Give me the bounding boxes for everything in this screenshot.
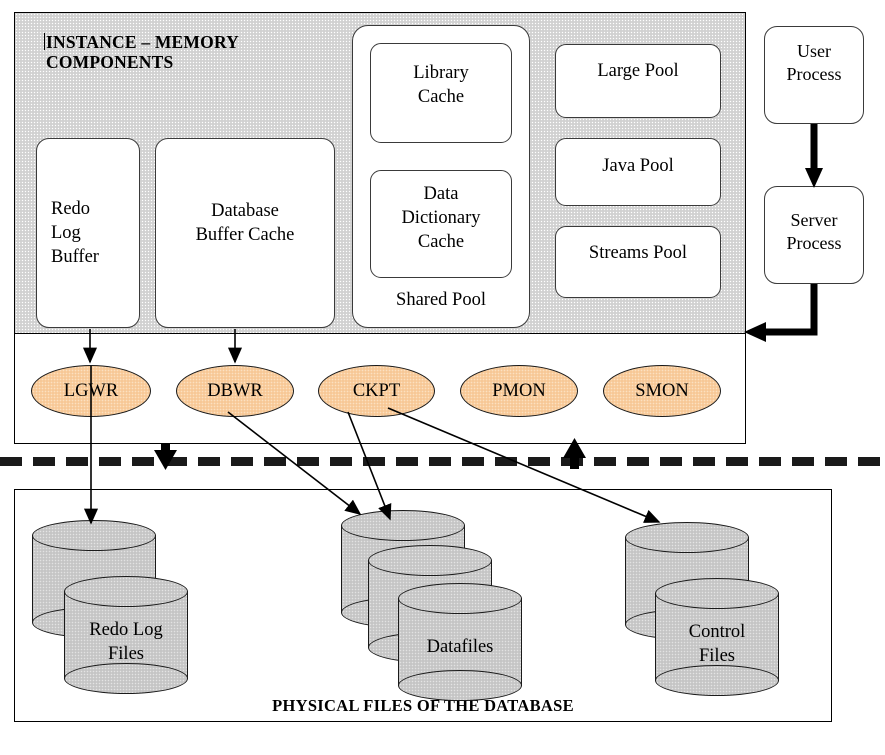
streams-pool-label: Streams Pool (588, 243, 688, 263)
streams-pool-box: Streams Pool (555, 226, 721, 298)
java-pool-box: Java Pool (555, 138, 721, 206)
data-dictionary-cache-label: Data Dictionary Cache (401, 184, 481, 252)
cylinder-top (625, 522, 749, 553)
datafiles-cylinder-front: Datafiles (398, 583, 522, 701)
cylinder-bottom (655, 665, 779, 696)
redo-log-buffer-box: Redo Log Buffer (36, 138, 140, 328)
large-pool-label: Large Pool (597, 61, 679, 81)
database-buffer-cache-box: Database Buffer Cache (155, 138, 335, 328)
line-server-process-to-instance (760, 284, 818, 336)
user-process-box: User Process (764, 26, 864, 124)
cylinder-top (398, 583, 522, 614)
ckpt-process-oval: CKPT (318, 365, 435, 417)
shared-pool-label: Shared Pool (396, 290, 486, 310)
redo-log-files-label: Redo Log Files (89, 620, 163, 664)
library-cache-label: Library Cache (413, 63, 469, 107)
server-process-label: Server Process (786, 210, 842, 253)
control-files-cylinder-front: Control Files (655, 578, 779, 696)
cylinder-top (655, 578, 779, 609)
control-files-label: Control Files (688, 622, 746, 666)
cylinder-top (32, 520, 156, 551)
oracle-architecture-diagram: INSTANCE – MEMORY COMPONENTS Library Cac… (0, 0, 885, 755)
java-pool-label: Java Pool (602, 156, 674, 176)
lgwr-process-oval: LGWR (31, 365, 151, 417)
pmon-process-oval: PMON (460, 365, 578, 417)
library-cache-box: Library Cache (370, 43, 512, 143)
data-dictionary-cache-box: Data Dictionary Cache (370, 170, 512, 278)
server-process-box: Server Process (764, 186, 864, 284)
cylinder-top (368, 545, 492, 576)
smon-process-oval: SMON (603, 365, 721, 417)
dbwr-process-oval: DBWR (176, 365, 294, 417)
instance-title: INSTANCE – MEMORY COMPONENTS (46, 32, 240, 72)
large-pool-box: Large Pool (555, 44, 721, 118)
redo-log-buffer-label: Redo Log Buffer (51, 199, 99, 267)
cylinder-bottom (64, 663, 188, 694)
cylinder-top (341, 510, 465, 541)
arrowhead-to-server-process (805, 168, 823, 188)
cylinder-top (64, 576, 188, 607)
logical-physical-separator (0, 457, 885, 466)
cylinder-bottom (398, 670, 522, 701)
text-caret-artifact (44, 33, 45, 50)
datafiles-label: Datafiles (426, 637, 494, 657)
user-process-label: User Process (786, 41, 842, 84)
database-buffer-cache-label: Database Buffer Cache (195, 201, 295, 245)
arrowhead-to-instance (744, 322, 766, 342)
redo-log-files-cylinder-front: Redo Log Files (64, 576, 188, 694)
